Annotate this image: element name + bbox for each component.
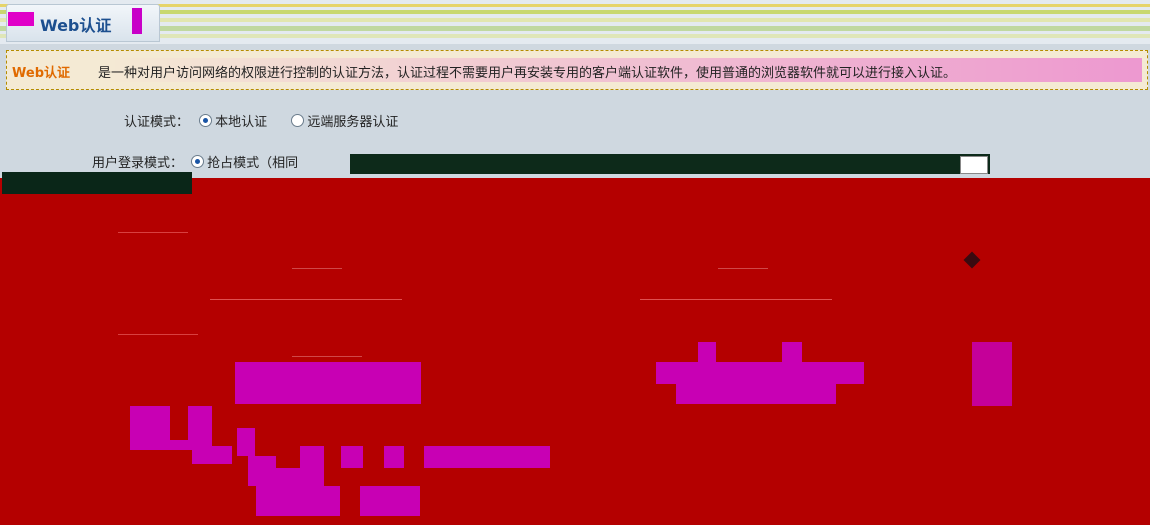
glitch-block bbox=[276, 468, 302, 486]
glitch-block bbox=[237, 428, 255, 456]
login-mode-row: 用户登录模式： 抢占模式（相同 bbox=[92, 152, 298, 171]
radio-selected-icon bbox=[199, 114, 213, 127]
glitch-band bbox=[350, 154, 990, 174]
radio-remote-auth[interactable]: 远端服务器认证 bbox=[291, 114, 399, 130]
glitch-block bbox=[256, 486, 340, 516]
glitch-block bbox=[782, 342, 802, 362]
title-bar: Web认证 bbox=[0, 0, 1150, 44]
glitch-block bbox=[676, 384, 836, 404]
ghost-label bbox=[118, 220, 188, 233]
radio-local-label: 本地认证 bbox=[215, 115, 268, 130]
title-stripe bbox=[0, 26, 1150, 31]
glitch-block bbox=[192, 446, 232, 464]
tab-marker bbox=[8, 12, 34, 26]
info-keyword: Web认证 bbox=[12, 66, 70, 81]
auth-mode-row: 认证模式： 本地认证 远端服务器认证 bbox=[124, 111, 398, 130]
glitch-block bbox=[248, 456, 276, 486]
radio-unselected-icon bbox=[291, 114, 305, 127]
ghost-text bbox=[292, 258, 342, 269]
ghost-text bbox=[292, 346, 362, 357]
radio-preempt-label: 抢占模式（相同 bbox=[207, 156, 299, 171]
ghost-label bbox=[118, 322, 198, 335]
radio-preempt-mode[interactable]: 抢占模式（相同 bbox=[191, 155, 299, 171]
tab-edge bbox=[132, 8, 142, 34]
glitch-band bbox=[2, 172, 192, 194]
auth-mode-label: 认证模式： bbox=[124, 115, 190, 130]
glitch-block bbox=[698, 342, 716, 362]
title-stripe bbox=[0, 10, 1150, 14]
radio-local-auth[interactable]: 本地认证 bbox=[199, 114, 268, 130]
glitch-block bbox=[130, 406, 170, 440]
page-title: Web认证 bbox=[40, 16, 112, 35]
glitch-block bbox=[384, 446, 404, 468]
login-mode-label: 用户登录模式： bbox=[92, 156, 184, 171]
title-stripe bbox=[0, 4, 1150, 7]
ghost-input bbox=[640, 298, 832, 300]
radio-selected-icon bbox=[191, 155, 205, 168]
info-description: 是一种对用户访问网络的权限进行控制的认证方法，认证过程不需要用户再安装专用的客户… bbox=[98, 66, 957, 81]
glitch-block bbox=[972, 342, 1012, 406]
login-mode-field[interactable] bbox=[960, 156, 988, 174]
radio-remote-label: 远端服务器认证 bbox=[307, 115, 399, 130]
glitch-block bbox=[235, 362, 421, 404]
add-icon[interactable] bbox=[963, 251, 981, 269]
glitch-block bbox=[656, 362, 864, 384]
ghost-input bbox=[210, 298, 402, 300]
glitch-block bbox=[341, 446, 363, 468]
glitch-block bbox=[300, 446, 324, 486]
title-stripe bbox=[0, 34, 1150, 38]
glitch-block bbox=[360, 486, 420, 516]
ghost-text bbox=[718, 258, 768, 269]
title-stripe bbox=[0, 18, 1150, 22]
glitch-block bbox=[424, 446, 550, 468]
